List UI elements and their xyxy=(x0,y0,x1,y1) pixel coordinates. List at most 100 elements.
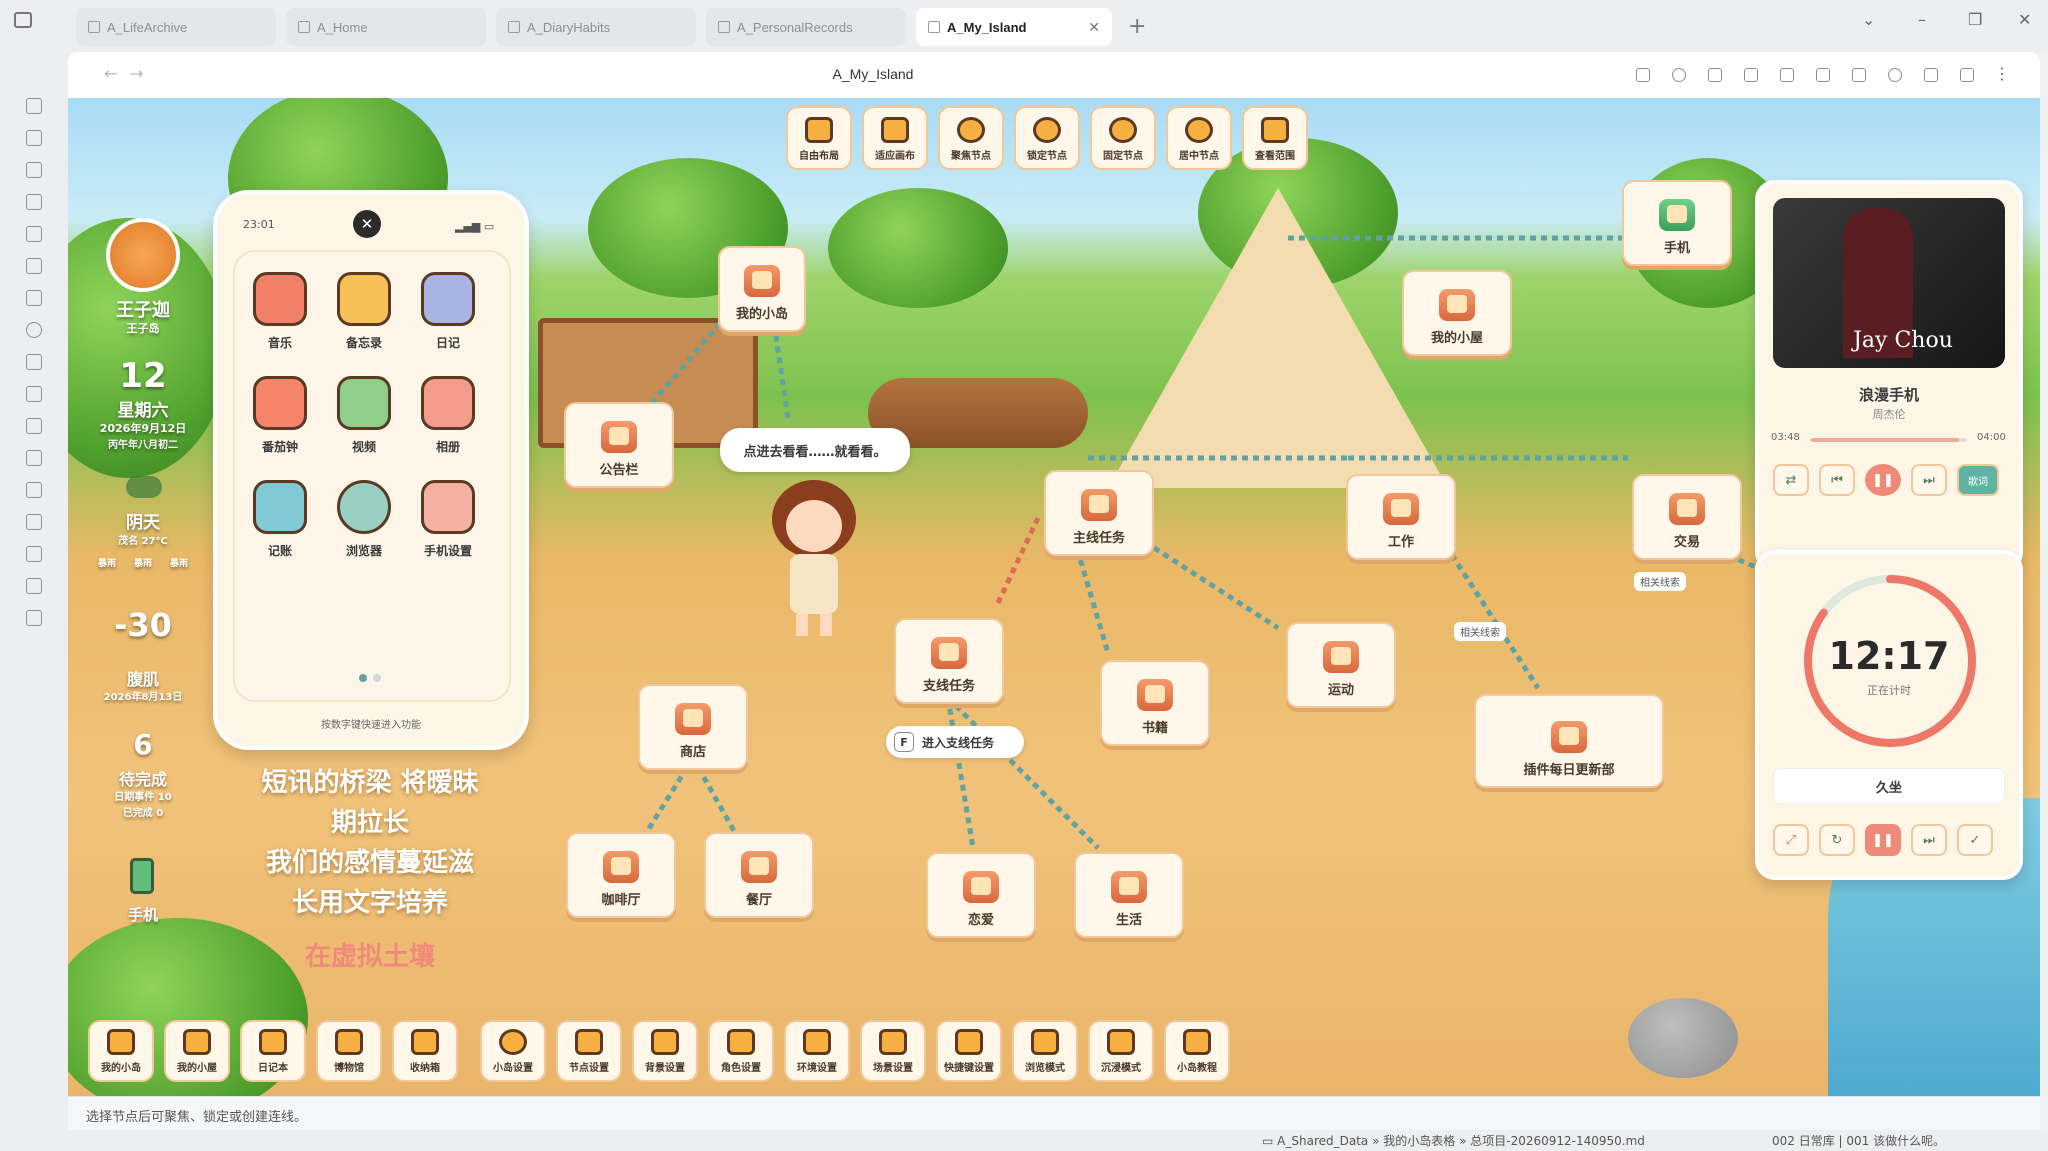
node-my-house[interactable]: 我的小屋 xyxy=(1402,270,1512,356)
alarm-icon[interactable] xyxy=(1888,68,1902,82)
bookmark-icon-2[interactable] xyxy=(1960,68,1974,82)
bottom-island-settings[interactable]: 小岛设置 xyxy=(480,1020,546,1082)
page-dot-active[interactable] xyxy=(359,674,367,682)
app-browser[interactable]: 浏览器 xyxy=(329,480,399,559)
tab-lifearchive[interactable]: A_LifeArchive xyxy=(76,8,276,46)
toolbar-fit-canvas[interactable]: 适应画布 xyxy=(862,106,928,170)
repeat-button[interactable]: ⇄ xyxy=(1773,464,1809,496)
bookmark-icon[interactable] xyxy=(26,482,42,498)
close-box-icon[interactable] xyxy=(1924,68,1938,82)
node-main-quest[interactable]: 主线任务 xyxy=(1044,470,1154,556)
toolbar-pin-node[interactable]: 固定节点 xyxy=(1090,106,1156,170)
bottom-environment-settings[interactable]: 环境设置 xyxy=(784,1020,850,1082)
app-ledger[interactable]: 记账 xyxy=(245,480,315,559)
phone-icon[interactable] xyxy=(130,858,154,894)
tab-my-island[interactable]: A_My_Island ✕ xyxy=(916,8,1112,46)
node-cafe[interactable]: 咖啡厅 xyxy=(566,832,676,918)
table-icon[interactable] xyxy=(26,578,42,594)
page-dot[interactable] xyxy=(373,674,381,682)
progress-track[interactable] xyxy=(1811,438,1967,442)
close-window-icon[interactable]: ✕ xyxy=(2018,10,2031,29)
app-video[interactable]: 视频 xyxy=(329,376,399,455)
tab-personalrecords[interactable]: A_PersonalRecords xyxy=(706,8,906,46)
node-shop[interactable]: 商店 xyxy=(638,684,748,770)
bottom-storage[interactable]: 收纳箱 xyxy=(392,1020,458,1082)
search-icon[interactable] xyxy=(1672,68,1686,82)
island-canvas[interactable]: 自由布局 适应画布 聚焦节点 锁定节点 固定节点 居中节点 查看范围 王子迦 王… xyxy=(68,98,2040,1096)
bottom-immersive-mode[interactable]: 沉浸模式 xyxy=(1088,1020,1154,1082)
bottom-diary[interactable]: 日记本 xyxy=(240,1020,306,1082)
calendar-icon[interactable] xyxy=(26,194,42,210)
node-side-quest[interactable]: 支线任务 xyxy=(894,618,1004,704)
restore-icon[interactable]: ❐ xyxy=(1968,10,1982,29)
ribbon-icon-2[interactable] xyxy=(26,130,42,146)
chart-icon[interactable] xyxy=(26,226,42,242)
apps-icon[interactable] xyxy=(26,450,42,466)
bottom-background-settings[interactable]: 背景设置 xyxy=(632,1020,698,1082)
bottom-museum[interactable]: 博物馆 xyxy=(316,1020,382,1082)
bottom-my-island[interactable]: 我的小岛 xyxy=(88,1020,154,1082)
tab-home[interactable]: A_Home xyxy=(286,8,486,46)
clock-icon[interactable] xyxy=(26,322,42,338)
ribbon-icon-3[interactable] xyxy=(26,162,42,178)
node-restaurant[interactable]: 餐厅 xyxy=(704,832,814,918)
bottom-hotkey-settings[interactable]: 快捷键设置 xyxy=(936,1020,1002,1082)
bottom-my-house[interactable]: 我的小屋 xyxy=(164,1020,230,1082)
node-books[interactable]: 书籍 xyxy=(1100,660,1210,746)
timer-task-field[interactable]: 久坐 xyxy=(1773,768,2005,804)
app-pomodoro[interactable]: 番茄钟 xyxy=(245,376,315,455)
phone-shortcut-label[interactable]: 手机 xyxy=(78,904,208,925)
back-arrow-icon[interactable] xyxy=(1744,68,1758,82)
bookmark-add-icon[interactable] xyxy=(1708,68,1722,82)
screen-icon[interactable] xyxy=(1816,68,1830,82)
node-plugin-updates[interactable]: 插件每日更新部 xyxy=(1474,694,1664,788)
expand-button[interactable]: ⤢ xyxy=(1773,824,1809,856)
forward-arrow-icon[interactable] xyxy=(1780,68,1794,82)
node-love[interactable]: 恋爱 xyxy=(926,852,1036,938)
node-trade[interactable]: 交易 xyxy=(1632,474,1742,560)
app-album[interactable]: 相册 xyxy=(413,376,483,455)
app-music[interactable]: 音乐 xyxy=(245,272,315,351)
app-diary[interactable]: 日记 xyxy=(413,272,483,351)
bottom-character-settings[interactable]: 角色设置 xyxy=(708,1020,774,1082)
minimize-icon[interactable]: – xyxy=(1918,10,1926,29)
bottom-island-tutorial[interactable]: 小岛教程 xyxy=(1164,1020,1230,1082)
menu-icon[interactable] xyxy=(26,514,42,530)
toolbar-lock-node[interactable]: 锁定节点 xyxy=(1014,106,1080,170)
node-life[interactable]: 生活 xyxy=(1074,852,1184,938)
table-icon-2[interactable] xyxy=(26,610,42,626)
next-button[interactable]: ⏭ xyxy=(1911,464,1947,496)
node-bulletin[interactable]: 公告栏 xyxy=(564,402,674,488)
timer-pause-button[interactable]: ❚❚ xyxy=(1865,824,1901,856)
sidebar-toggle-icon[interactable] xyxy=(14,12,32,28)
node-sport[interactable]: 运动 xyxy=(1286,622,1396,708)
list-icon[interactable] xyxy=(26,290,42,306)
node-work[interactable]: 工作 xyxy=(1346,474,1456,560)
terminal-icon[interactable] xyxy=(26,546,42,562)
lock-icon[interactable] xyxy=(1852,68,1866,82)
toolbar-center-node[interactable]: 居中节点 xyxy=(1166,106,1232,170)
pause-button[interactable]: ❚❚ xyxy=(1865,464,1901,496)
complete-button[interactable]: ✓ xyxy=(1957,824,1993,856)
toolbar-focus-node[interactable]: 聚焦节点 xyxy=(938,106,1004,170)
image-icon[interactable] xyxy=(26,354,42,370)
more-options-icon[interactable]: ⋮ xyxy=(1994,64,2010,83)
tab-diaryhabits[interactable]: A_DiaryHabits xyxy=(496,8,696,46)
lyrics-button[interactable]: 歌词 xyxy=(1957,464,1999,496)
skip-button[interactable]: ⏭ xyxy=(1911,824,1947,856)
avatar[interactable] xyxy=(106,218,180,292)
breadcrumb[interactable]: ▭ A_Shared_Data » 我的小岛表格 » 总项目-20260912-… xyxy=(1262,1132,1645,1149)
new-tab-button[interactable]: + xyxy=(1128,14,1146,39)
code-icon[interactable] xyxy=(1636,68,1650,82)
character-sprite[interactable] xyxy=(766,480,862,640)
ribbon-icon-1[interactable] xyxy=(26,98,42,114)
app-phone-settings[interactable]: 手机设置 xyxy=(413,480,483,559)
app-memo[interactable]: 备忘录 xyxy=(329,272,399,351)
enter-side-quest-button[interactable]: F 进入支线任务 xyxy=(886,726,1024,758)
node-my-island[interactable]: 我的小岛 xyxy=(718,246,806,332)
node-phone[interactable]: 手机 xyxy=(1622,180,1732,266)
tools-icon[interactable] xyxy=(26,386,42,402)
reset-button[interactable]: ↻ xyxy=(1819,824,1855,856)
toolbar-view-range[interactable]: 查看范围 xyxy=(1242,106,1308,170)
trash-icon[interactable] xyxy=(26,418,42,434)
